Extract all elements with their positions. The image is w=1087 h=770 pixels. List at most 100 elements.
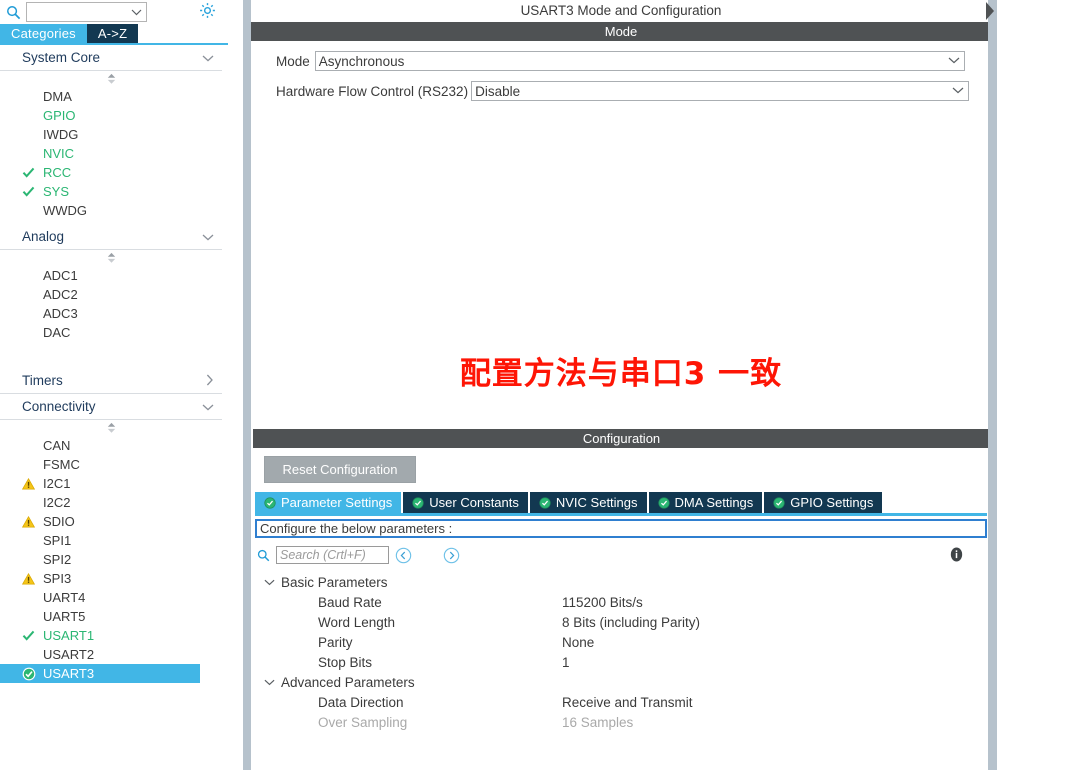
tab-user-constants[interactable]: User Constants: [403, 492, 528, 513]
ip-item-wwdg[interactable]: WWDG: [0, 201, 222, 220]
ip-item-label: SYS: [43, 184, 70, 199]
param-group-advanced-parameters[interactable]: Advanced Parameters: [257, 672, 987, 692]
ip-item-label: ADC1: [43, 268, 78, 283]
chevron-down-icon: [202, 404, 214, 411]
flow-control-select-value: Disable: [475, 83, 521, 99]
ip-item-uart5[interactable]: UART5: [0, 607, 222, 626]
ip-item-usart2[interactable]: USART2: [0, 645, 222, 664]
chevron-right-circle-icon[interactable]: [443, 547, 460, 564]
search-icon[interactable]: [2, 1, 24, 23]
ip-item-spi1[interactable]: SPI1: [0, 531, 222, 550]
tab-nvic-settings[interactable]: NVIC Settings: [529, 492, 647, 513]
ip-item-status-icon: [22, 572, 40, 586]
chevron-down-icon: [131, 9, 142, 15]
chevron-down-icon[interactable]: [202, 51, 214, 64]
param-row[interactable]: Baud Rate 115200 Bits/s: [257, 592, 987, 612]
ip-item-i2c2[interactable]: I2C2: [0, 493, 222, 512]
chevron-down-icon[interactable]: [264, 575, 275, 589]
tab-dma-settings[interactable]: DMA Settings: [648, 492, 763, 513]
param-value: 8 Bits (including Parity): [562, 614, 701, 630]
check-circle-icon: [22, 667, 36, 680]
ip-item-usart1[interactable]: USART1: [0, 626, 222, 645]
ip-item-label: CAN: [43, 438, 71, 453]
chevron-right-icon[interactable]: [206, 374, 214, 388]
chevron-down-icon[interactable]: [202, 230, 214, 243]
panel-divider[interactable]: [243, 0, 251, 770]
flow-control-field-row: Hardware Flow Control (RS232) Disable: [251, 81, 991, 101]
ip-item-dac[interactable]: DAC: [0, 323, 222, 342]
ip-item-i2c1[interactable]: I2C1: [0, 474, 222, 493]
ip-item-nvic[interactable]: NVIC: [0, 144, 222, 163]
spinner-icon[interactable]: [0, 420, 222, 436]
param-value: Receive and Transmit: [562, 694, 693, 710]
flow-control-select[interactable]: Disable: [471, 81, 970, 101]
spinner-icon[interactable]: [0, 250, 222, 266]
ip-item-status-icon: [22, 269, 40, 283]
chevron-down-icon[interactable]: [202, 400, 214, 413]
ip-item-sdio[interactable]: SDIO: [0, 512, 222, 531]
parameter-search-placeholder: Search (Crtl+F): [280, 548, 366, 562]
ip-item-status-icon: [22, 458, 40, 472]
ip-item-status-icon: [22, 90, 40, 104]
ip-item-rcc[interactable]: RCC: [0, 163, 222, 182]
ip-item-status-icon: [22, 439, 40, 453]
ip-group-label: System Core: [22, 50, 101, 65]
ip-item-label: NVIC: [43, 146, 75, 161]
chevron-right-icon: [206, 374, 213, 385]
param-row[interactable]: Data Direction Receive and Transmit: [257, 692, 987, 712]
parameter-search-input[interactable]: Search (Crtl+F): [276, 546, 389, 564]
ip-item-gpio[interactable]: GPIO: [0, 106, 222, 125]
spinner-icon: [107, 422, 115, 433]
param-row[interactable]: Over Sampling 16 Samples: [257, 712, 987, 732]
expand-panel-arrow-icon[interactable]: [985, 2, 998, 30]
search-input[interactable]: [26, 2, 147, 22]
mode-field-row: Mode Asynchronous: [251, 51, 991, 71]
reset-configuration-button[interactable]: Reset Configuration: [264, 456, 416, 483]
sidebar-tab-a-to-z[interactable]: A->Z: [86, 24, 139, 43]
ip-item-can[interactable]: CAN: [0, 436, 222, 455]
check-circle-icon: [539, 496, 551, 509]
sidebar-tabs: Categories A->Z: [0, 24, 228, 43]
ip-group-header[interactable]: Timers: [0, 368, 222, 394]
ip-item-status-icon: [22, 204, 40, 218]
tab-parameter-settings[interactable]: Parameter Settings: [255, 492, 402, 513]
ip-item-adc1[interactable]: ADC1: [0, 266, 222, 285]
ip-item-adc3[interactable]: ADC3: [0, 304, 222, 323]
ip-group-items: ADC1 ADC2 ADC3 DAC: [0, 250, 222, 346]
chevron-left-circle-icon[interactable]: [395, 547, 412, 564]
param-group-basic-parameters[interactable]: Basic Parameters: [257, 572, 987, 592]
check-circle-icon: [264, 496, 276, 509]
ip-group-header[interactable]: Connectivity: [0, 394, 222, 420]
gear-icon[interactable]: [198, 1, 218, 21]
param-row[interactable]: Parity None: [257, 632, 987, 652]
chevron-down-icon[interactable]: [264, 675, 275, 689]
ip-item-label: GPIO: [43, 108, 76, 123]
spinner-icon[interactable]: [0, 71, 222, 87]
ip-group-header[interactable]: System Core: [0, 45, 222, 71]
ip-item-iwdg[interactable]: IWDG: [0, 125, 222, 144]
ip-tree: System Core DMA GPIO IWDG NVIC RCC SYS WWDG Anal…: [0, 45, 228, 770]
sidebar-tab-categories[interactable]: Categories: [0, 24, 87, 43]
ip-item-spi2[interactable]: SPI2: [0, 550, 222, 569]
ip-group-label: Analog: [22, 229, 65, 244]
ip-item-dma[interactable]: DMA: [0, 87, 222, 106]
ip-item-status-icon: [22, 147, 40, 161]
ip-item-spi3[interactable]: SPI3: [0, 569, 222, 588]
search-icon[interactable]: [257, 549, 270, 562]
ip-item-usart3[interactable]: USART3: [0, 664, 200, 683]
ip-item-fsmc[interactable]: FSMC: [0, 455, 222, 474]
param-row[interactable]: Stop Bits 1: [257, 652, 987, 672]
param-row[interactable]: Word Length 8 Bits (including Parity): [257, 612, 987, 632]
ip-item-adc2[interactable]: ADC2: [0, 285, 222, 304]
right-panel-divider[interactable]: [988, 0, 997, 770]
ip-item-sys[interactable]: SYS: [0, 182, 222, 201]
tab-gpio-settings[interactable]: GPIO Settings: [764, 492, 883, 513]
info-icon[interactable]: [948, 546, 965, 563]
mode-select[interactable]: Asynchronous: [314, 51, 965, 71]
ip-item-label: IWDG: [43, 127, 79, 142]
ip-item-uart4[interactable]: UART4: [0, 588, 222, 607]
configuration-body: Reset Configuration Parameter Settings Us…: [251, 448, 991, 770]
check-icon: [22, 167, 35, 178]
chevron-down-icon: [952, 85, 964, 97]
ip-group-header[interactable]: Analog: [0, 224, 222, 250]
